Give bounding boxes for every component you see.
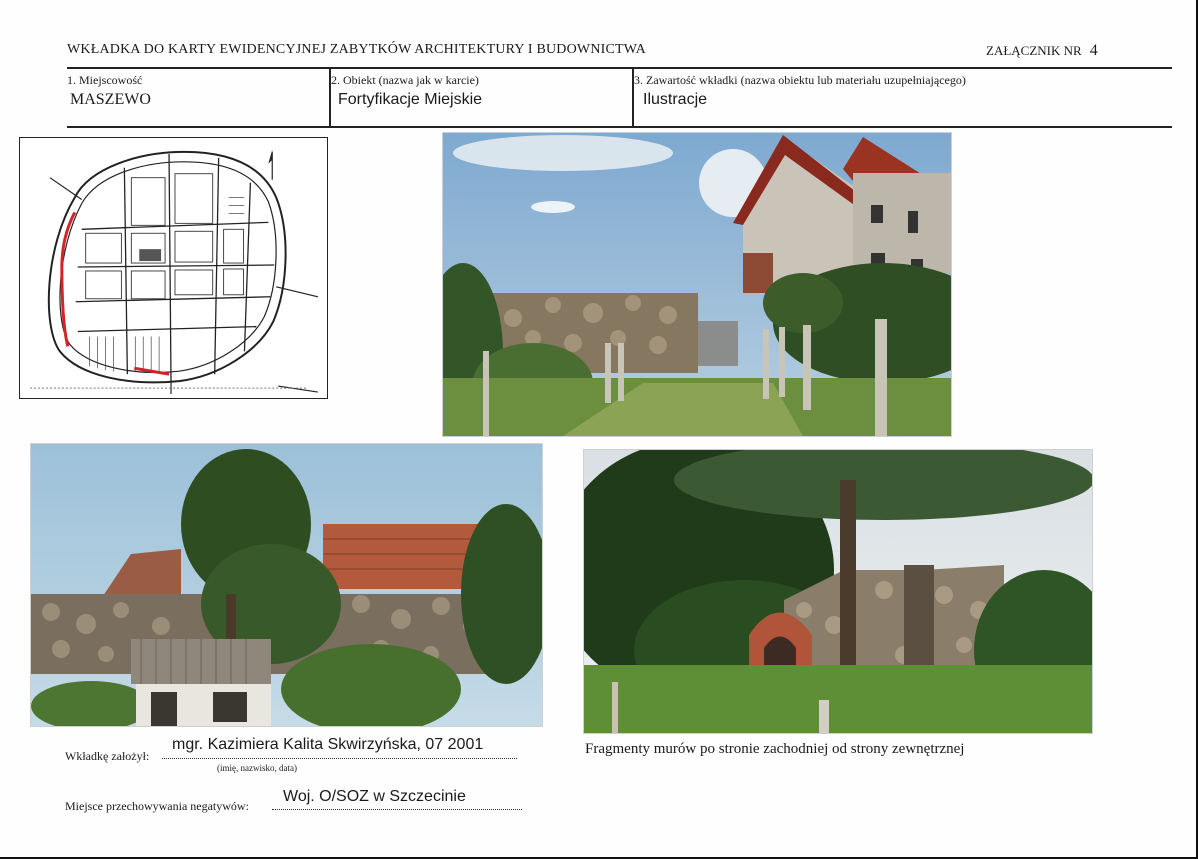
house-and-stone-wall-photo [443,133,951,436]
author-hint: (imię, nazwisko, data) [217,763,297,773]
locality-label: 1. Miejscowość [67,73,143,87]
annex-number: 4 [1089,42,1098,59]
author-dotted-line [162,758,517,759]
photo-wall-brick-ruin [31,444,542,726]
wall-with-brick-arch-photo [584,450,1092,733]
author-label: Wkładkę założył: [65,749,150,763]
town-plan-map [19,137,328,399]
annex-label-text: ZAŁĄCZNIK NR [986,43,1082,58]
object-value: Fortyfikacje Miejskie [338,91,483,108]
photo-house-and-wall [443,133,951,436]
sheet-title: WKŁADKA DO KARTY EWIDENCYJNEJ ZABYTKÓW A… [67,42,646,57]
photo-wall-brick-arch [584,450,1092,733]
header-top-rule [67,67,1172,69]
storage-value: Woj. O/SOZ w Szczecinie [283,788,466,805]
contents-label: 3. Zawartość wkładki (nazwa obiektu lub … [634,73,966,87]
header-bottom-rule [67,126,1172,128]
photo-caption: Fragmenty murów po stronie zachodniej od… [585,741,965,757]
town-plan-map-icon [20,138,327,398]
storage-label: Miejsce przechowywania negatywów: [65,799,249,813]
object-label: 2. Obiekt (nazwa jak w karcie) [331,73,479,87]
storage-dotted-line [272,809,522,810]
author-value: mgr. Kazimiera Kalita Skwirzyńska, 07 20… [172,736,484,753]
locality-value: MASZEWO [70,91,151,108]
contents-value: Ilustracje [643,91,708,108]
record-sheet: WKŁADKA DO KARTY EWIDENCYJNEJ ZABYTKÓW A… [0,0,1198,859]
annex-label: ZAŁĄCZNIK NR 4 [986,42,1098,60]
stone-wall-with-brick-ruin-photo [31,444,542,726]
